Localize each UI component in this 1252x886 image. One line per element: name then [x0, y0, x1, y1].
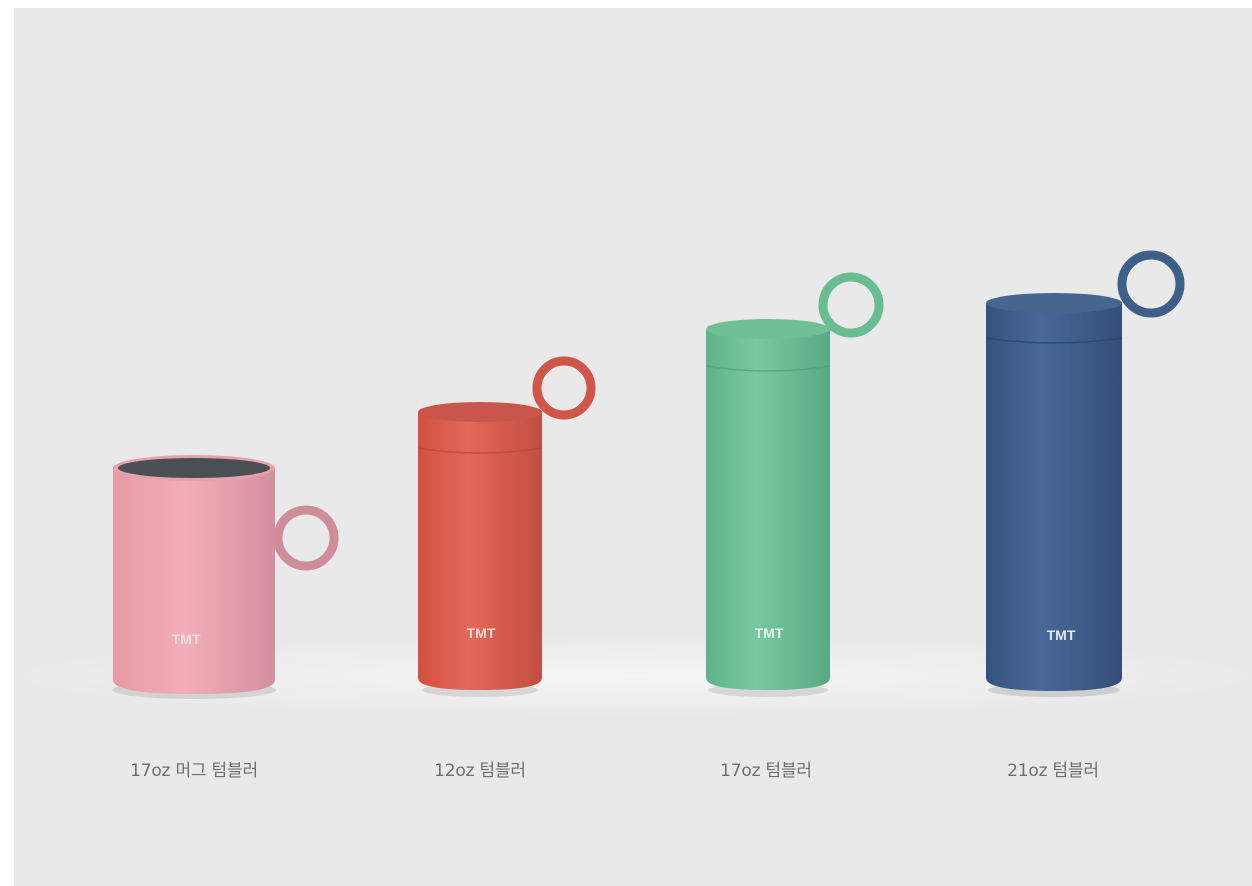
tmt-logo: TMT [467, 625, 496, 641]
caption-mug-tumbler-17oz: 17oz 머그 텀블러 [130, 761, 258, 781]
caption-tumbler-17oz: 17oz 텀블러 [720, 761, 812, 781]
caption-tumbler-21oz: 21oz 텀블러 [1007, 761, 1099, 781]
tmt-logo: TMT [1047, 627, 1076, 643]
product-photo-stage: TMT TMT TMT TMT 17oz 머그 텀블러 12oz 텀블러 17o… [14, 8, 1252, 886]
tmt-logo: TMT [172, 631, 201, 647]
product-photo: TMT TMT TMT TMT [14, 250, 1252, 716]
tmt-logo: TMT [755, 625, 784, 641]
tumbler-21oz-image: TMT [985, 250, 1185, 697]
caption-tumbler-12oz: 12oz 텀블러 [434, 761, 526, 781]
tumbler-17oz-image: TMT [705, 272, 884, 697]
